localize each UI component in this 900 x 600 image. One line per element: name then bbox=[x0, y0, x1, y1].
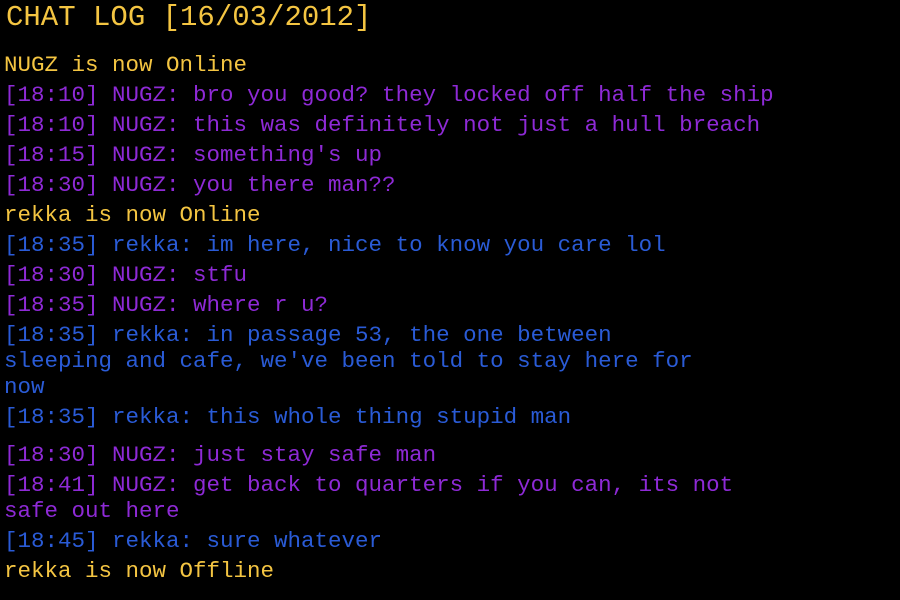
chat-message-nugz: [18:35] NUGZ: where r u? bbox=[4, 292, 329, 318]
chat-message-rekka: [18:45] rekka: sure whatever bbox=[4, 528, 383, 554]
chat-message-nugz: [18:15] NUGZ: something's up bbox=[4, 142, 383, 168]
chat-message-nugz: [18:10] NUGZ: bro you good? they locked … bbox=[4, 82, 774, 108]
chat-message-nugz: [18:30] NUGZ: stfu bbox=[4, 262, 248, 288]
chat-message-rekka-continued: sleeping and cafe, we've been told to st… bbox=[4, 348, 693, 374]
chat-message-nugz: [18:41] NUGZ: get back to quarters if yo… bbox=[4, 472, 734, 498]
chat-message-nugz: [18:10] NUGZ: this was definitely not ju… bbox=[4, 112, 761, 138]
chat-message-rekka: [18:35] rekka: im here, nice to know you… bbox=[4, 232, 666, 258]
chat-log-title: CHAT LOG [16/03/2012] bbox=[6, 1, 372, 34]
chat-message-nugz-continued: safe out here bbox=[4, 498, 180, 524]
chat-message-rekka: [18:35] rekka: this whole thing stupid m… bbox=[4, 404, 572, 430]
chat-message-nugz: [18:30] NUGZ: just stay safe man bbox=[4, 442, 437, 468]
status-message-rekka-offline: rekka is now Offline bbox=[4, 558, 275, 584]
chat-message-nugz: [18:30] NUGZ: you there man?? bbox=[4, 172, 396, 198]
status-message-rekka-online: rekka is now Online bbox=[4, 202, 261, 228]
status-message-nugz-online: NUGZ is now Online bbox=[4, 52, 248, 78]
chat-message-rekka-continued: now bbox=[4, 374, 45, 400]
chat-message-rekka: [18:35] rekka: in passage 53, the one be… bbox=[4, 322, 612, 348]
